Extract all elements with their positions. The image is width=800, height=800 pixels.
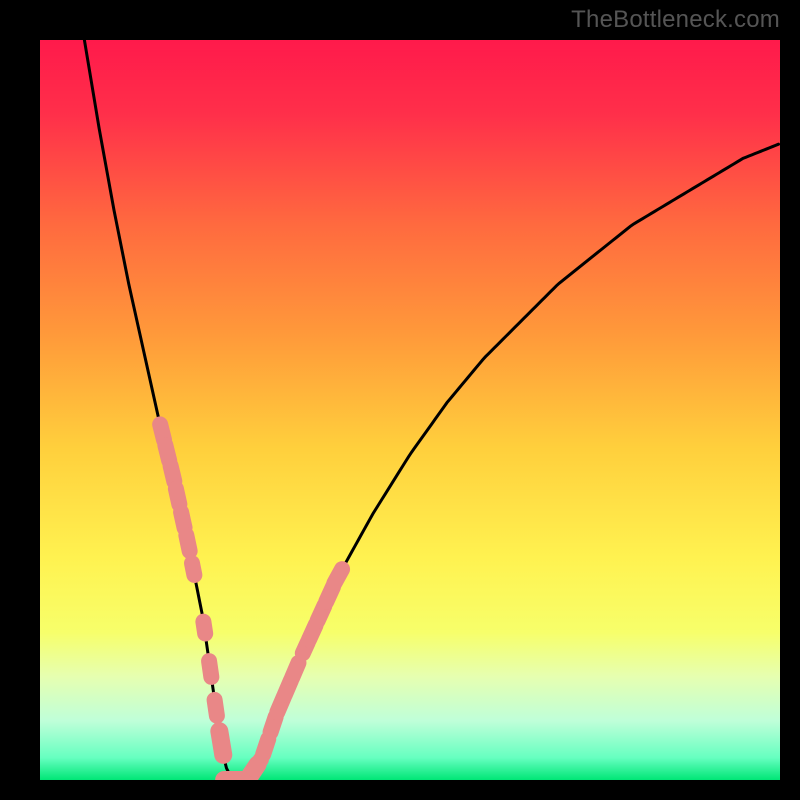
- bead: [203, 622, 205, 634]
- bead: [181, 512, 184, 528]
- bead: [219, 731, 223, 755]
- bead: [215, 700, 217, 716]
- plot-area: [40, 40, 780, 780]
- chart-frame: TheBottleneck.com: [0, 0, 800, 800]
- bead: [192, 563, 194, 575]
- bead: [176, 489, 179, 505]
- bead: [209, 661, 211, 677]
- bead: [186, 535, 189, 551]
- bead: [263, 739, 268, 754]
- bead: [171, 466, 175, 482]
- bottleneck-chart: [40, 40, 780, 780]
- bead: [292, 663, 298, 678]
- watermark-text: TheBottleneck.com: [571, 6, 780, 34]
- gradient-background: [40, 40, 780, 780]
- bead: [334, 569, 342, 583]
